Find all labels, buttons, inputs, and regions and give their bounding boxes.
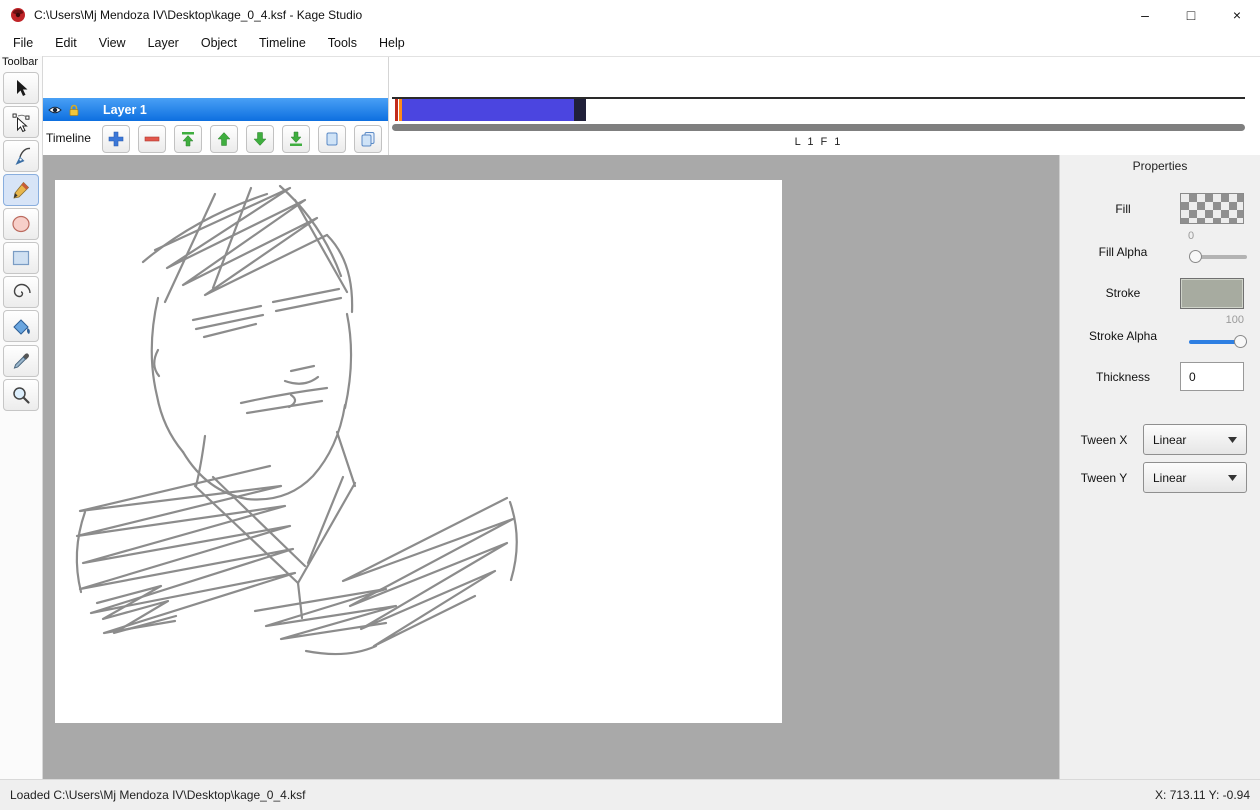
tool-oval-button[interactable] (3, 208, 39, 240)
window-title: C:\Users\Mj Mendoza IV\Desktop\kage_0_4.… (34, 8, 363, 22)
fill-label: Fill (1115, 202, 1131, 216)
menu-bar: File Edit View Layer Object Timeline Too… (0, 30, 1260, 56)
properties-panel: Properties Fill 0 Fill Alpha Stroke 100 … (1059, 155, 1260, 779)
stroke-swatch[interactable] (1180, 278, 1244, 309)
menu-item-view[interactable]: View (88, 32, 137, 54)
thickness-input[interactable] (1180, 362, 1244, 391)
tween-x-label: Tween X (1080, 433, 1128, 447)
copy-icon (326, 132, 338, 146)
zoom-tool-icon (13, 387, 30, 404)
menu-item-file[interactable]: File (2, 32, 44, 54)
menu-item-help[interactable]: Help (368, 32, 416, 54)
stroke-alpha-slider[interactable] (1189, 335, 1247, 349)
move-frame-down-button[interactable] (246, 125, 274, 153)
fill-alpha-thumb[interactable] (1189, 250, 1202, 263)
spiral-tool-icon (13, 283, 31, 298)
move-frame-top-button[interactable] (174, 125, 202, 153)
tool-panel-label: Toolbar (2, 56, 39, 68)
drawing-canvas[interactable] (55, 180, 782, 723)
thickness-label: Thickness (1095, 370, 1151, 384)
frame-track[interactable] (394, 99, 586, 121)
stroke-alpha-value: 100 (1225, 314, 1244, 326)
status-bar: Loaded C:\Users\Mj Mendoza IV\Desktop\ka… (0, 779, 1260, 810)
arrow-up-bar-icon (182, 132, 194, 147)
node-edit-tool-icon (12, 113, 30, 133)
stroke-label: Stroke (1105, 286, 1141, 300)
pen-tool-icon (15, 147, 31, 165)
canvas-sketch (75, 184, 518, 656)
menu-item-edit[interactable]: Edit (44, 32, 88, 54)
tool-pencil-button[interactable] (3, 174, 39, 206)
tween-x-select[interactable]: Linear (1143, 424, 1247, 455)
tool-node-edit-button[interactable] (3, 106, 39, 138)
paste-icon (361, 132, 375, 147)
app-icon (11, 8, 25, 22)
kage-studio-window: C:\Users\Mj Mendoza IV\Desktop\kage_0_4.… (0, 0, 1260, 810)
timeline-panel: Layer 1 L 1 F 1 Timeline (0, 56, 1260, 156)
fill-alpha-label: Fill Alpha (1098, 245, 1148, 259)
current-frame-marker[interactable] (574, 99, 586, 121)
tween-y-select[interactable]: Linear (1143, 462, 1247, 493)
menu-item-timeline[interactable]: Timeline (248, 32, 317, 54)
minus-icon (144, 136, 160, 142)
eye-icon[interactable] (48, 103, 62, 117)
timeline-scrollbar[interactable] (392, 124, 1245, 131)
oval-tool-icon (12, 215, 30, 233)
pencil-tool-icon (13, 181, 30, 199)
tween-y-label: Tween Y (1080, 471, 1128, 485)
status-message: Loaded C:\Users\Mj Mendoza IV\Desktop\ka… (10, 788, 306, 802)
tool-pen-button[interactable] (3, 140, 39, 172)
fill-alpha-value: 0 (1188, 230, 1195, 242)
menu-item-layer[interactable]: Layer (137, 32, 190, 54)
tool-zoom-button[interactable] (3, 379, 39, 411)
add-frame-button[interactable] (102, 125, 130, 153)
move-frame-bottom-button[interactable] (282, 125, 310, 153)
close-button[interactable]: × (1214, 0, 1260, 30)
paste-frame-button[interactable] (354, 125, 382, 153)
cursor-coordinates: X: 713.11 Y: -0.94 (1155, 788, 1250, 802)
eyedropper-tool-icon (13, 353, 29, 369)
move-frame-up-button[interactable] (210, 125, 238, 153)
menu-item-object[interactable]: Object (190, 32, 248, 54)
window-controls: – □ × (1122, 0, 1260, 30)
select-tool-icon (17, 80, 28, 96)
lock-icon[interactable] (67, 103, 81, 117)
timeline-label: Timeline (46, 131, 91, 145)
paint-bucket-tool-icon (13, 319, 30, 335)
layer-row[interactable]: Layer 1 (43, 98, 388, 121)
arrow-down-icon (253, 132, 267, 146)
minimize-button[interactable]: – (1122, 0, 1168, 30)
stroke-alpha-thumb[interactable] (1234, 335, 1247, 348)
panel-divider (388, 57, 389, 156)
tween-x-value: Linear (1153, 432, 1187, 447)
tool-select-button[interactable] (3, 72, 39, 104)
stroke-alpha-label: Stroke Alpha (1088, 329, 1158, 343)
fill-swatch[interactable] (1180, 193, 1244, 224)
chevron-down-icon (1228, 474, 1237, 481)
fill-alpha-slider[interactable] (1189, 250, 1247, 264)
tool-spiral-button[interactable] (3, 276, 39, 308)
tool-paint-bucket-button[interactable] (3, 310, 39, 342)
tool-panel: Toolbar (0, 56, 43, 779)
frame-span[interactable] (402, 99, 574, 121)
title-bar: C:\Users\Mj Mendoza IV\Desktop\kage_0_4.… (0, 0, 1260, 30)
tween-y-value: Linear (1153, 470, 1187, 485)
menu-item-tools[interactable]: Tools (317, 32, 368, 54)
tool-rectangle-button[interactable] (3, 242, 39, 274)
copy-frame-button[interactable] (318, 125, 346, 153)
arrow-up-icon (217, 132, 231, 146)
arrow-down-bar-icon (290, 131, 302, 146)
remove-frame-button[interactable] (138, 125, 166, 153)
tool-eyedropper-button[interactable] (3, 345, 39, 377)
frame-position-label: L 1 F 1 (794, 136, 843, 148)
plus-icon (108, 131, 124, 147)
properties-title: Properties (1132, 159, 1188, 173)
rectangle-tool-icon (12, 250, 30, 266)
layer-name: Layer 1 (103, 102, 147, 117)
maximize-button[interactable]: □ (1168, 0, 1214, 30)
chevron-down-icon (1228, 436, 1237, 443)
